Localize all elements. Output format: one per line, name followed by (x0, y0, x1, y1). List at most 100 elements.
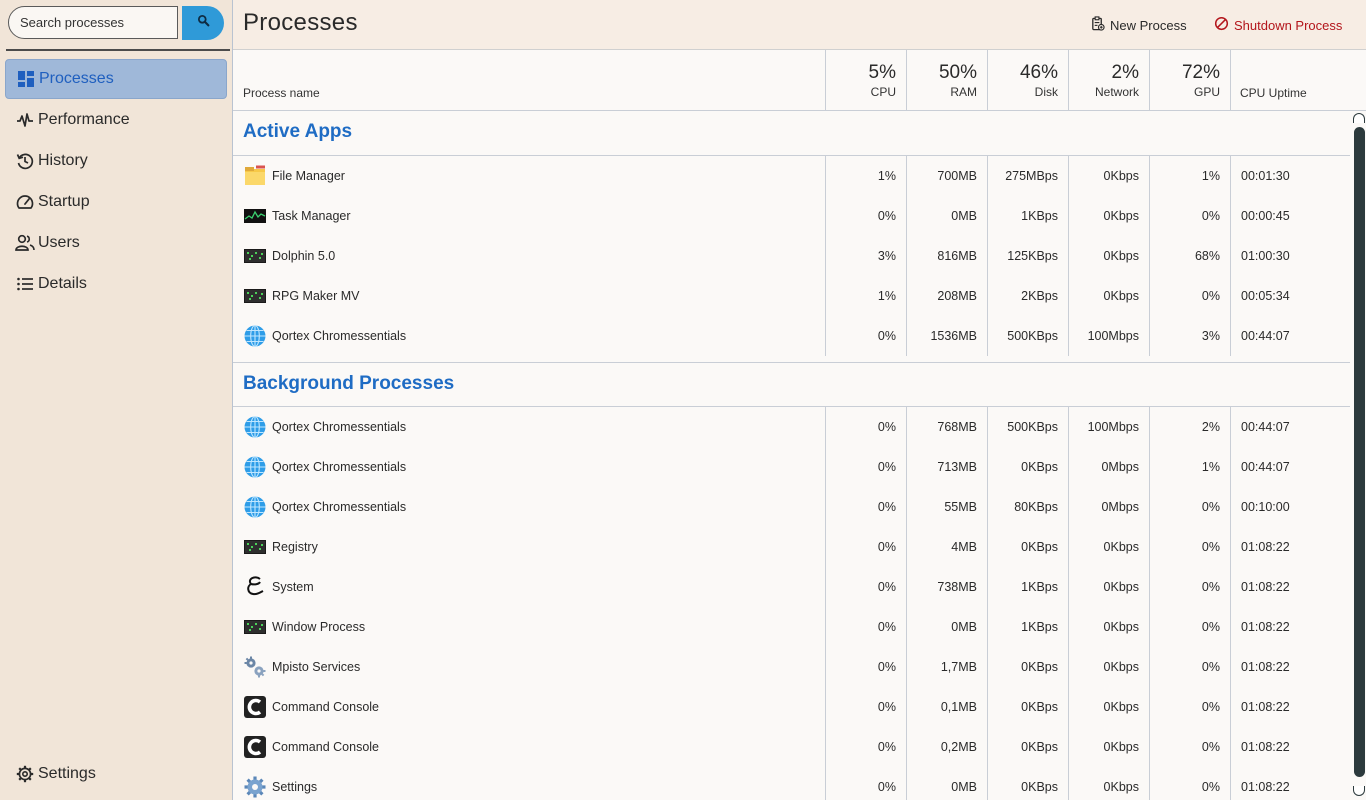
list-icon (15, 274, 35, 294)
sidebar-item-users[interactable]: Users (5, 223, 227, 263)
cell-gpu: 0% (1149, 767, 1230, 800)
process-name: Registry (272, 540, 318, 554)
cell-cpu: 1% (825, 156, 906, 196)
cell-cpu: 0% (825, 647, 906, 687)
sidebar-item-label: Startup (38, 193, 90, 210)
cell-network: 0Mbps (1068, 447, 1149, 487)
column-ram[interactable]: 50% RAM (906, 50, 987, 110)
sidebar-item-history[interactable]: History (5, 141, 227, 181)
cell-disk: 80KBps (987, 487, 1068, 527)
sidebar-item-settings[interactable]: Settings (5, 754, 227, 794)
column-label: Process name (243, 86, 320, 100)
table-row[interactable]: Qortex Chromessentials 0% 55MB 80KBps 0Mbps 0… (233, 487, 1350, 527)
sidebar-item-processes[interactable]: Processes (5, 59, 227, 99)
cell-disk: 2KBps (987, 276, 1068, 316)
cell-gpu: 0% (1149, 647, 1230, 687)
cell-ram: 0MB (906, 196, 987, 236)
cell-network: 100Mbps (1068, 316, 1149, 356)
table-row[interactable]: Command Console 0% 0,1MB 0KBps 0Kbps 0% 01:08:… (233, 687, 1350, 727)
table-row[interactable]: Qortex Chromessentials 0% 713MB 0KBps 0Mbps 1… (233, 447, 1350, 487)
globe-icon (243, 495, 267, 519)
table-row[interactable]: RPG Maker MV 1% 208MB 2KBps 0Kbps 0% 00:05:34 (233, 276, 1350, 316)
cell-uptime: 01:08:22 (1230, 647, 1350, 687)
table-row[interactable]: File Manager 1% 700MB 275MBps 0Kbps 1% 00:01:3… (233, 156, 1350, 196)
cell-process-name: Command Console (233, 687, 825, 727)
cell-ram: 0,2MB (906, 727, 987, 767)
process-table: Active Apps File Manager 1% 700MB 275MBps 0Kb… (233, 111, 1350, 800)
new-process-label: New Process (1110, 17, 1187, 33)
cell-process-name: Task Manager (233, 196, 825, 236)
cell-gpu: 0% (1149, 687, 1230, 727)
table-row[interactable]: Qortex Chromessentials 0% 768MB 500KBps 100M… (233, 407, 1350, 447)
cell-process-name: File Manager (233, 156, 825, 196)
cell-uptime: 01:08:22 (1230, 527, 1350, 567)
cell-ram: 4MB (906, 527, 987, 567)
cell-ram: 0MB (906, 767, 987, 800)
process-name: Mpisto Services (272, 660, 361, 674)
pulse-icon (15, 110, 35, 130)
sidebar-item-startup[interactable]: Startup (5, 182, 227, 222)
column-process-name[interactable]: Process name (233, 50, 825, 110)
process-name: Qortex Chromessentials (272, 500, 407, 514)
shutdown-process-button[interactable]: Shutdown Process (1214, 16, 1342, 34)
table-row[interactable]: Command Console 0% 0,2MB 0KBps 0Kbps 0% 01:08:… (233, 727, 1350, 767)
process-name: Dolphin 5.0 (272, 249, 336, 263)
page-title: Processes (243, 9, 358, 36)
cell-disk: 500KBps (987, 407, 1068, 447)
table-row[interactable]: Task Manager 0% 0MB 1KBps 0Kbps 0% 00:00:45 (233, 196, 1350, 236)
cell-cpu: 0% (825, 196, 906, 236)
sidebar-item-label: Details (38, 275, 87, 292)
cell-disk: 1KBps (987, 196, 1068, 236)
history-icon (15, 151, 35, 171)
folder-icon (243, 164, 267, 188)
scroll-down-cap[interactable] (1353, 786, 1365, 796)
search-input[interactable] (8, 6, 178, 39)
column-disk[interactable]: 46% Disk (987, 50, 1068, 110)
sidebar-item-label: Users (38, 234, 80, 251)
scroll-thumb[interactable] (1354, 127, 1365, 777)
new-process-button[interactable]: New Process (1090, 16, 1187, 34)
sidebar-item-details[interactable]: Details (5, 264, 227, 304)
table-row[interactable]: Window Process 0% 0MB 1KBps 0Kbps 0% 01:08:22 (233, 607, 1350, 647)
column-header: Process name 5% CPU 50% RAM 46% Disk 2% … (233, 50, 1366, 111)
sidebar-item-performance[interactable]: Performance (5, 100, 227, 140)
table-row[interactable]: System 0% 738MB 1KBps 0Kbps 0% 01:08:22 (233, 567, 1350, 607)
top-bar: Processes New Process Shutdown Process (233, 0, 1366, 50)
cell-process-name: Qortex Chromessentials (233, 447, 825, 487)
column-label: CPU Uptime (1240, 86, 1307, 100)
cell-process-name: Registry (233, 527, 825, 567)
search-button[interactable] (182, 6, 224, 40)
process-name: Qortex Chromessentials (272, 329, 407, 343)
table-row[interactable]: Settings 0% 0MB 0KBps 0Kbps 0% 01:08:22 (233, 767, 1350, 800)
globe-icon (243, 415, 267, 439)
shutdown-process-label: Shutdown Process (1234, 17, 1343, 33)
scroll-up-cap[interactable] (1353, 113, 1365, 123)
cell-gpu: 0% (1149, 196, 1230, 236)
table-row[interactable]: Dolphin 5.0 3% 816MB 125KBps 0Kbps 68% 01:00:3… (233, 236, 1350, 276)
column-gpu[interactable]: 72% GPU (1149, 50, 1230, 110)
section-title: Background Processes (243, 373, 455, 394)
users-icon (15, 233, 35, 253)
table-row[interactable]: Qortex Chromessentials 0% 1536MB 500KBps 100… (233, 316, 1350, 356)
column-cpu-uptime[interactable]: CPU Uptime (1230, 50, 1366, 110)
column-network[interactable]: 2% Network (1068, 50, 1149, 110)
cell-process-name: Settings (233, 767, 825, 800)
sidebar-item-label: Settings (38, 765, 96, 782)
column-cpu[interactable]: 5% CPU (825, 50, 906, 110)
cell-uptime: 00:44:07 (1230, 407, 1350, 447)
cell-uptime: 00:01:30 (1230, 156, 1350, 196)
cell-network: 0Mbps (1068, 487, 1149, 527)
cell-ram: 55MB (906, 487, 987, 527)
table-row[interactable]: Registry 0% 4MB 0KBps 0Kbps 0% 01:08:22 (233, 527, 1350, 567)
main-panel: Processes New Process Shutdown Process P… (232, 0, 1366, 800)
cell-disk: 500KBps (987, 316, 1068, 356)
table-row[interactable]: Mpisto Services 0% 1,7MB 0KBps 0Kbps 0% 01:08:… (233, 647, 1350, 687)
cell-disk: 1KBps (987, 567, 1068, 607)
column-cpu-total: 5% (868, 62, 896, 83)
search-icon (197, 14, 210, 32)
system-logo-icon (243, 575, 267, 599)
cell-ram: 738MB (906, 567, 987, 607)
cell-network: 0Kbps (1068, 607, 1149, 647)
cell-cpu: 0% (825, 767, 906, 800)
scrollbar[interactable] (1350, 111, 1366, 800)
